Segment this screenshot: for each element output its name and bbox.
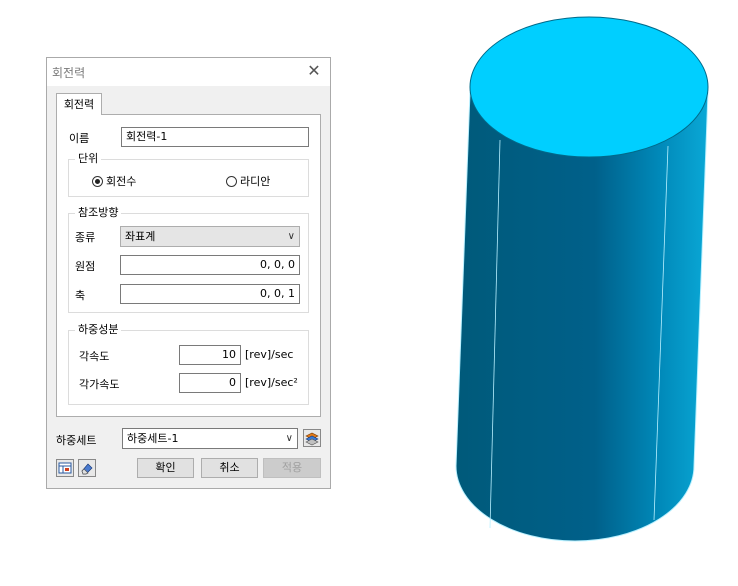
- radio-radians[interactable]: 라디안: [226, 173, 270, 189]
- cylinder-side: [456, 92, 708, 541]
- radio-revolutions[interactable]: 회전수: [92, 173, 136, 189]
- name-label: 이름: [69, 132, 90, 145]
- dialog-title: 회전력: [52, 66, 86, 80]
- type-select[interactable]: 좌표계 ∨: [120, 226, 300, 247]
- reference-group-label: 참조방향: [75, 207, 122, 219]
- load-set-value: 하중세트-1: [127, 432, 179, 445]
- unit-group-label: 단위: [75, 153, 102, 165]
- cylinder-model[interactable]: [455, 16, 709, 542]
- chevron-down-icon: ∨: [287, 231, 295, 242]
- edit-table-icon[interactable]: [56, 459, 74, 477]
- reference-direction-group: 참조방향 종류 좌표계 ∨ 원점 0, 0, 0 축 0, 0, 1: [68, 207, 309, 313]
- load-set-label: 하중세트: [56, 434, 97, 447]
- cylinder-top-face: [469, 16, 709, 158]
- load-component-group: 하중성분 각속도 10 [rev]/sec 각가속도 0 [rev]/sec²: [68, 324, 309, 405]
- angular-acceleration-label: 각가속도: [79, 378, 120, 391]
- dialog-titlebar: 회전력 ✕: [47, 58, 330, 86]
- cancel-button[interactable]: 취소: [201, 458, 258, 478]
- load-group-label: 하중성분: [75, 324, 122, 336]
- radio-revolutions-label: 회전수: [106, 175, 137, 188]
- eraser-icon[interactable]: [78, 459, 96, 477]
- angular-acceleration-unit: [rev]/sec²: [245, 376, 298, 389]
- origin-field[interactable]: 0, 0, 0: [120, 255, 300, 275]
- axis-field[interactable]: 0, 0, 1: [120, 284, 300, 304]
- load-set-select[interactable]: 하중세트-1 ∨: [122, 428, 298, 449]
- angular-acceleration-field[interactable]: 0: [179, 373, 241, 393]
- type-label: 종류: [75, 231, 96, 244]
- name-field[interactable]: 회전력-1: [121, 127, 309, 147]
- chevron-down-icon: ∨: [285, 433, 293, 444]
- unit-group: 단위 회전수 라디안: [68, 153, 309, 197]
- close-icon[interactable]: ✕: [304, 61, 324, 81]
- tab-rotation-force[interactable]: 회전력: [56, 93, 102, 115]
- radio-radians-label: 라디안: [240, 175, 271, 188]
- angular-velocity-label: 각속도: [79, 350, 110, 363]
- rotation-force-dialog: 회전력 ✕ 회전력 이름 회전력-1 단위 회전수 라디안 참조방향 종류 좌표…: [46, 57, 331, 489]
- angular-velocity-field[interactable]: 10: [179, 345, 241, 365]
- ok-button[interactable]: 확인: [137, 458, 194, 478]
- radio-radians-indicator[interactable]: [226, 175, 237, 187]
- axis-label: 축: [75, 289, 86, 302]
- type-select-value: 좌표계: [125, 230, 156, 243]
- radio-revolutions-indicator[interactable]: [92, 175, 103, 187]
- layer-stack-icon[interactable]: [303, 429, 321, 447]
- model-viewport[interactable]: [440, 0, 738, 586]
- tab-panel: 이름 회전력-1 단위 회전수 라디안 참조방향 종류 좌표계 ∨ 원점 0, …: [56, 114, 321, 417]
- apply-button[interactable]: 적용: [263, 458, 321, 478]
- origin-label: 원점: [75, 260, 96, 273]
- angular-velocity-unit: [rev]/sec: [245, 348, 294, 361]
